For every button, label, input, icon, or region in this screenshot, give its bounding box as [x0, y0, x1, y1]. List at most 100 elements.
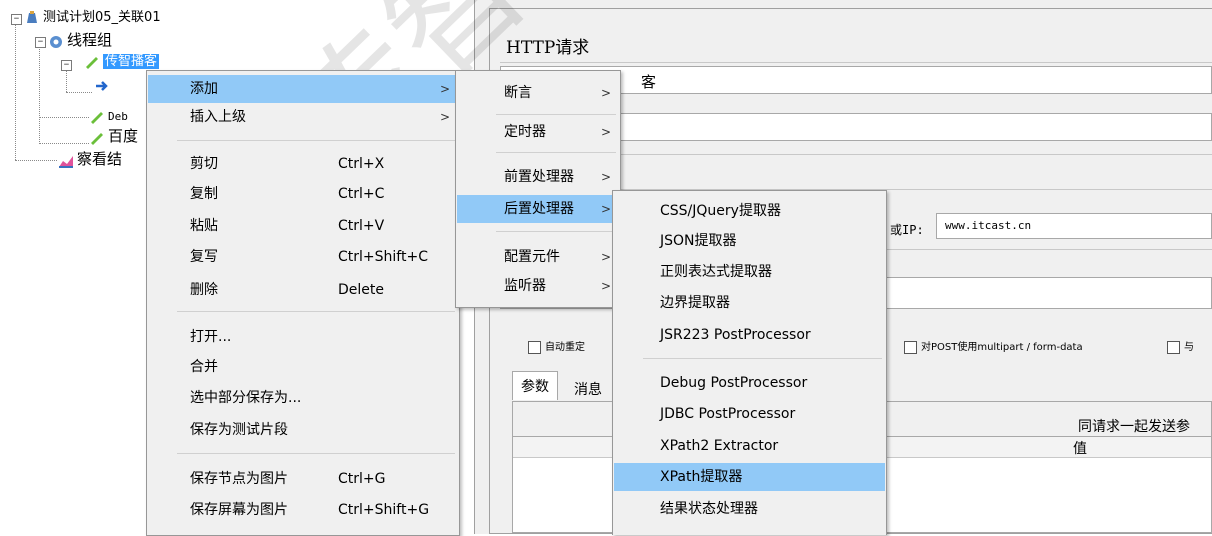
tree-node-label: 百度	[108, 127, 139, 145]
tree-node-label: 线程组	[67, 31, 113, 49]
post-processors-submenu: CSS/JQuery提取器 JSON提取器 正则表达式提取器 边界提取器 JSR…	[612, 190, 887, 535]
chevron-right-icon: >	[600, 170, 611, 184]
menu-item-css-jquery-extractor[interactable]: CSS/JQuery提取器	[614, 197, 885, 225]
menu-item-insert-parent[interactable]: 插入上级 >	[148, 103, 458, 131]
menu-item-delete[interactable]: 删除 Delete	[148, 276, 458, 304]
divider	[500, 62, 1212, 63]
menu-separator	[177, 453, 455, 454]
checkbox-box	[1167, 340, 1180, 354]
tree-connector	[15, 22, 16, 160]
menu-separator	[496, 152, 616, 153]
tree-node-view-results[interactable]: 察看结	[58, 150, 122, 168]
tree-connector	[39, 44, 40, 144]
menu-item-add[interactable]: 添加 >	[148, 75, 458, 103]
menu-item-label: 复写	[190, 249, 218, 265]
tree-node-baidu[interactable]: 百度	[89, 127, 138, 145]
menu-item-jdbc-postprocessor[interactable]: JDBC PostProcessor	[614, 400, 885, 428]
tree-node-debug-sampler[interactable]: Deb	[89, 108, 128, 126]
multipart-checkbox[interactable]: 对POST使用multipart / form-data	[904, 338, 1083, 354]
add-submenu: 断言 > 定时器 > 前置处理器 > 后置处理器 > 配置元件 > 监听器 >	[455, 70, 621, 308]
tab-parameters[interactable]: 参数	[512, 371, 558, 400]
menu-item-label: 剪切	[190, 156, 218, 172]
menu-item-cut[interactable]: 剪切 Ctrl+X	[148, 150, 458, 178]
menu-item-save-node-image[interactable]: 保存节点为图片 Ctrl+G	[148, 465, 458, 493]
collapse-toggle[interactable]: −	[35, 37, 46, 48]
tree-connector	[39, 143, 89, 144]
menu-item-label: 配置元件	[504, 249, 560, 265]
menu-separator	[177, 311, 455, 312]
menu-separator	[643, 358, 882, 359]
collapse-toggle[interactable]: −	[61, 60, 72, 71]
menu-item-shortcut: Delete	[338, 282, 384, 298]
checkbox-box	[528, 340, 541, 354]
menu-item-label: JSR223 PostProcessor	[660, 327, 811, 343]
name-field-value: 客	[641, 73, 657, 91]
chevron-right-icon: >	[439, 82, 450, 96]
tree-connector	[15, 160, 57, 161]
context-menu: 添加 > 插入上级 > 剪切 Ctrl+X 复制 Ctrl+C 粘贴 Ctrl+…	[146, 70, 460, 536]
menu-item-json-extractor[interactable]: JSON提取器	[614, 227, 885, 255]
tree-connector	[66, 92, 92, 93]
menu-item-label: 后置处理器	[504, 201, 574, 217]
tab-label: 消息	[574, 382, 602, 398]
checkbox-label: 对POST使用multipart / form-data	[921, 342, 1083, 353]
menu-item-result-status-handler[interactable]: 结果状态处理器	[614, 495, 885, 523]
menu-item-config-element[interactable]: 配置元件 >	[457, 243, 619, 271]
menu-item-listener[interactable]: 监听器 >	[457, 272, 619, 300]
chevron-right-icon: >	[439, 110, 450, 124]
menu-item-merge[interactable]: 合并	[148, 353, 458, 381]
menu-item-copy[interactable]: 复制 Ctrl+C	[148, 180, 458, 208]
menu-item-xpath-extractor[interactable]: XPath提取器	[614, 463, 885, 491]
tree-node-label: Deb	[108, 110, 128, 123]
menu-item-shortcut: Ctrl+V	[338, 218, 385, 234]
menu-item-post-processors[interactable]: 后置处理器 >	[457, 195, 619, 223]
menu-item-duplicate[interactable]: 复写 Ctrl+Shift+C	[148, 243, 458, 271]
menu-item-label: 复制	[190, 186, 218, 202]
tree-node-test-plan[interactable]: 测试计划05_关联01	[24, 9, 161, 27]
chart-icon	[58, 154, 74, 168]
menu-item-timer[interactable]: 定时器 >	[457, 118, 619, 146]
menu-item-label: 正则表达式提取器	[660, 264, 772, 280]
pencil-icon	[89, 131, 105, 145]
tree-node-child[interactable]	[94, 77, 113, 95]
column-header-value[interactable]: 值	[1073, 438, 1087, 458]
menu-item-label: 插入上级	[190, 109, 246, 125]
gear-icon	[48, 35, 64, 49]
menu-item-save-as-test-fragment[interactable]: 保存为测试片段	[148, 416, 458, 444]
menu-item-jsr223-postprocessor[interactable]: JSR223 PostProcessor	[614, 321, 885, 349]
tab-body-data[interactable]: 消息	[568, 375, 608, 403]
menu-item-save-screen-image[interactable]: 保存屏幕为图片 Ctrl+Shift+G	[148, 496, 458, 524]
menu-item-save-selection-as[interactable]: 选中部分保存为...	[148, 384, 458, 412]
checkbox-label: 与	[1184, 342, 1194, 353]
menu-item-label: 断言	[504, 85, 532, 101]
menu-item-open[interactable]: 打开...	[148, 323, 458, 351]
params-caption: 同请求一起发送参	[1078, 419, 1190, 435]
menu-item-shortcut: Ctrl+G	[338, 471, 386, 487]
menu-item-label: 保存屏幕为图片	[190, 502, 288, 518]
server-input[interactable]: www.itcast.cn	[936, 213, 1212, 239]
menu-item-label: 保存节点为图片	[190, 471, 288, 487]
collapse-toggle[interactable]: −	[11, 14, 22, 25]
menu-item-shortcut: Ctrl+C	[338, 186, 385, 202]
tree-connector	[39, 117, 89, 118]
tree-node-label: 察看结	[77, 150, 123, 168]
menu-item-xpath2-extractor[interactable]: XPath2 Extractor	[614, 432, 885, 460]
server-input-value: www.itcast.cn	[945, 219, 1032, 232]
menu-item-regex-extractor[interactable]: 正则表达式提取器	[614, 258, 885, 286]
tree-node-label: 测试计划05_关联01	[43, 10, 161, 25]
menu-item-paste[interactable]: 粘贴 Ctrl+V	[148, 212, 458, 240]
menu-item-debug-postprocessor[interactable]: Debug PostProcessor	[614, 369, 885, 397]
tree-node-http-sampler[interactable]: 传智播客	[84, 53, 160, 71]
menu-item-label: 定时器	[504, 124, 546, 140]
menu-item-label: JDBC PostProcessor	[660, 406, 796, 422]
menu-item-assertions[interactable]: 断言 >	[457, 79, 619, 107]
browser-headers-checkbox[interactable]: 与	[1167, 338, 1194, 354]
auto-redirect-checkbox[interactable]: 自动重定	[528, 338, 585, 354]
menu-item-label: 删除	[190, 282, 218, 298]
menu-item-boundary-extractor[interactable]: 边界提取器	[614, 289, 885, 317]
menu-separator	[496, 114, 616, 115]
tree-connector	[66, 68, 67, 92]
tree-node-thread-group[interactable]: 线程组	[48, 31, 112, 49]
menu-item-pre-processors[interactable]: 前置处理器 >	[457, 163, 619, 191]
chevron-right-icon: >	[600, 279, 611, 293]
